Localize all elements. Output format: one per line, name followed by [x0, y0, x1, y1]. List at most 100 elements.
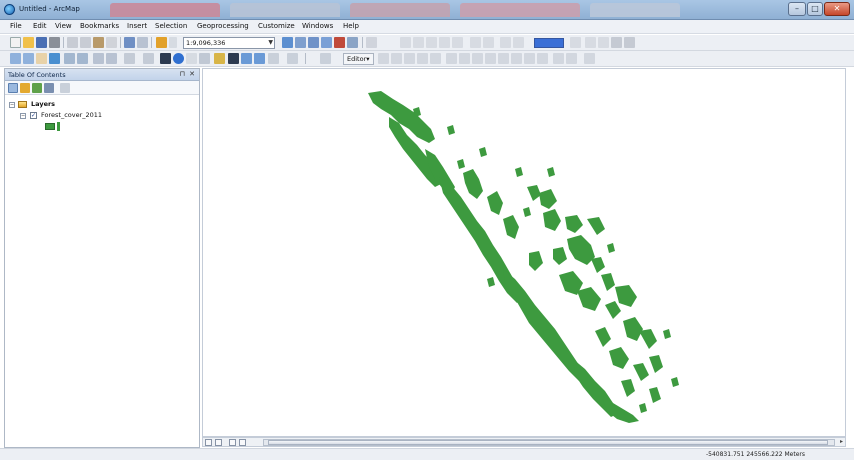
- layout-tool-icon[interactable]: [470, 37, 481, 48]
- table-of-contents-icon[interactable]: [295, 37, 306, 48]
- data-view-icon[interactable]: [215, 439, 222, 446]
- add-data-icon[interactable]: [156, 37, 167, 48]
- menu-windows[interactable]: Windows: [302, 22, 333, 30]
- collapse-icon[interactable]: −: [9, 102, 15, 108]
- edit-tool-icon[interactable]: [566, 53, 577, 64]
- pan-icon[interactable]: [36, 53, 47, 64]
- layer-row[interactable]: − ✓ Forest_cover_2011: [5, 110, 199, 121]
- undo-icon[interactable]: [124, 37, 135, 48]
- find-icon[interactable]: [228, 53, 239, 64]
- forward-extent-icon[interactable]: [106, 53, 117, 64]
- edit-tool-icon[interactable]: [391, 53, 402, 64]
- list-by-drawing-order-icon[interactable]: [8, 83, 18, 93]
- editor-toolbar-icon[interactable]: [282, 37, 293, 48]
- layout-tool-icon[interactable]: [439, 37, 450, 48]
- edit-tool-icon[interactable]: [584, 53, 595, 64]
- viewer-window-icon[interactable]: [287, 53, 298, 64]
- edit-tool-icon[interactable]: [430, 53, 441, 64]
- forest-cover-map[interactable]: [203, 69, 845, 436]
- list-by-source-icon[interactable]: [20, 83, 30, 93]
- new-document-icon[interactable]: [10, 37, 21, 48]
- map-display[interactable]: [202, 68, 846, 437]
- menu-selection[interactable]: Selection: [155, 22, 187, 30]
- edit-tool-icon[interactable]: [485, 53, 496, 64]
- edit-tool-icon[interactable]: [459, 53, 470, 64]
- search-window-icon[interactable]: [321, 37, 332, 48]
- hyperlink-icon[interactable]: [186, 53, 197, 64]
- python-window-icon[interactable]: [347, 37, 358, 48]
- maximize-button[interactable]: □: [807, 2, 823, 16]
- layout-tool-icon[interactable]: [585, 37, 596, 48]
- layout-tool-icon[interactable]: [624, 37, 635, 48]
- edit-tool-icon[interactable]: [498, 53, 509, 64]
- redo-icon[interactable]: [137, 37, 148, 48]
- html-popup-icon[interactable]: [199, 53, 210, 64]
- edit-tool-icon[interactable]: [404, 53, 415, 64]
- layout-tool-icon[interactable]: [483, 37, 494, 48]
- fill-color-picker[interactable]: [534, 38, 564, 48]
- arctoolbox-icon[interactable]: [334, 37, 345, 48]
- menu-geoprocessing[interactable]: Geoprocessing: [197, 22, 249, 30]
- chevron-down-icon[interactable]: ▼: [268, 38, 273, 48]
- fixed-zoom-in-icon[interactable]: [64, 53, 75, 64]
- layout-tool-icon[interactable]: [598, 37, 609, 48]
- layout-tool-icon[interactable]: [413, 37, 424, 48]
- copy-icon[interactable]: [80, 37, 91, 48]
- select-features-icon[interactable]: [124, 53, 135, 64]
- scroll-right-icon[interactable]: ▸: [840, 438, 843, 445]
- catalog-icon[interactable]: [308, 37, 319, 48]
- edit-tool-icon[interactable]: [472, 53, 483, 64]
- minimize-button[interactable]: –: [788, 2, 806, 16]
- back-extent-icon[interactable]: [93, 53, 104, 64]
- menu-customize[interactable]: Customize: [258, 22, 295, 30]
- menu-help[interactable]: Help: [343, 22, 359, 30]
- edit-tool-icon[interactable]: [553, 53, 564, 64]
- layer-group-row[interactable]: − Layers: [5, 99, 199, 110]
- menu-file[interactable]: File: [10, 22, 22, 30]
- close-button[interactable]: ✕: [824, 2, 850, 16]
- zoom-out-icon[interactable]: [23, 53, 34, 64]
- list-by-selection-icon[interactable]: [44, 83, 54, 93]
- find-route-icon[interactable]: [241, 53, 252, 64]
- edit-tool-icon[interactable]: [417, 53, 428, 64]
- layout-tool-icon[interactable]: [500, 37, 511, 48]
- forest-legend-swatch[interactable]: [45, 123, 55, 130]
- measure-icon[interactable]: [214, 53, 225, 64]
- save-icon[interactable]: [36, 37, 47, 48]
- edit-tool-icon[interactable]: [524, 53, 535, 64]
- collapse-icon[interactable]: −: [20, 113, 26, 119]
- menu-view[interactable]: View: [55, 22, 72, 30]
- layout-tool-icon[interactable]: [611, 37, 622, 48]
- time-slider-icon[interactable]: [268, 53, 279, 64]
- edit-tool-icon[interactable]: [446, 53, 457, 64]
- pause-drawing-icon[interactable]: [239, 439, 246, 446]
- map-scale-input[interactable]: 1:9,096,336 ▼: [183, 37, 275, 49]
- print-icon[interactable]: [49, 37, 60, 48]
- scrollbar-thumb[interactable]: [268, 440, 828, 445]
- layout-view-icon[interactable]: [205, 439, 212, 446]
- menu-edit[interactable]: Edit: [33, 22, 47, 30]
- close-icon[interactable]: ✕: [189, 70, 195, 78]
- select-elements-icon[interactable]: [160, 53, 171, 64]
- menu-bookmarks[interactable]: Bookmarks: [80, 22, 119, 30]
- list-by-visibility-icon[interactable]: [32, 83, 42, 93]
- delete-icon[interactable]: [106, 37, 117, 48]
- menu-insert[interactable]: Insert: [127, 22, 147, 30]
- fixed-zoom-out-icon[interactable]: [77, 53, 88, 64]
- full-extent-icon[interactable]: [49, 53, 60, 64]
- go-to-xy-icon[interactable]: [254, 53, 265, 64]
- model-builder-icon[interactable]: [366, 37, 377, 48]
- options-icon[interactable]: [60, 83, 70, 93]
- paste-icon[interactable]: [93, 37, 104, 48]
- identify-icon[interactable]: [173, 53, 184, 64]
- edit-tool-icon[interactable]: [511, 53, 522, 64]
- zoom-in-icon[interactable]: [10, 53, 21, 64]
- layout-tool-icon[interactable]: [513, 37, 524, 48]
- layout-tool-icon[interactable]: [570, 37, 581, 48]
- snapping-icon[interactable]: [400, 37, 411, 48]
- editor-menu-button[interactable]: Editor▾: [343, 53, 374, 65]
- edit-tool-icon[interactable]: [537, 53, 548, 64]
- edit-tool-icon[interactable]: [378, 53, 389, 64]
- layer-legend-row[interactable]: [5, 121, 199, 132]
- layout-tool-icon[interactable]: [426, 37, 437, 48]
